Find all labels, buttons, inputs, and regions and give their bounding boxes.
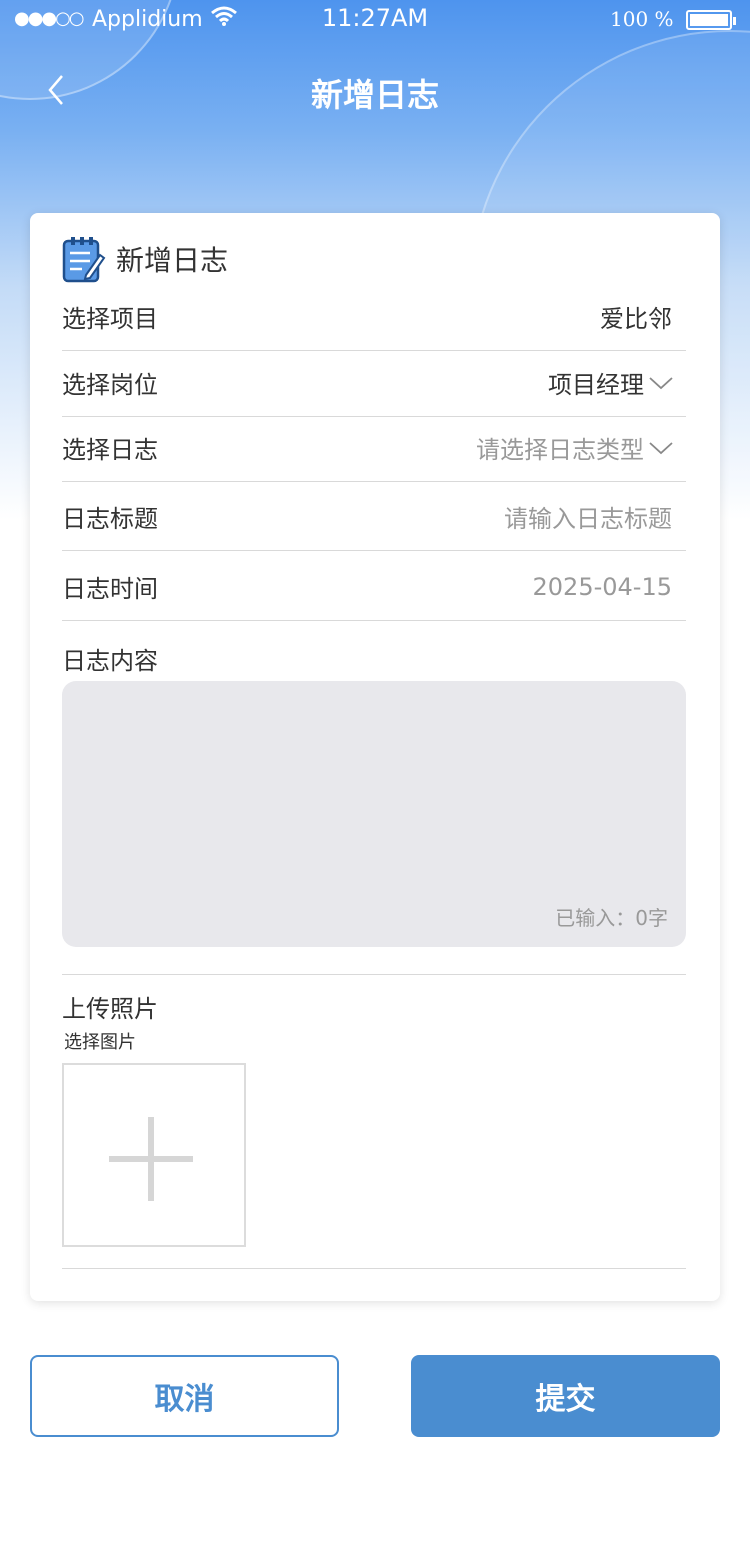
divider xyxy=(62,974,686,975)
battery-percent: 100 % xyxy=(610,7,674,31)
position-value: 项目经理 xyxy=(548,371,644,399)
card-header: 新增日志 xyxy=(62,235,228,283)
select-log-type-row[interactable]: 选择日志 请选择日志类型 xyxy=(62,414,686,482)
select-project-row[interactable]: 选择项目 爱比邻 xyxy=(62,283,686,351)
project-value: 爱比邻 xyxy=(600,305,672,333)
content-label: 日志内容 xyxy=(62,647,158,675)
field-label: 日志标题 xyxy=(62,505,158,533)
log-form-card: 新增日志 选择项目 爱比邻 选择岗位 项目经理 选择日志 请选择日志类型 日志标… xyxy=(30,213,720,1301)
char-counter: 已输入：0字 xyxy=(555,906,668,930)
battery-icon xyxy=(686,10,736,30)
card-title: 新增日志 xyxy=(116,244,229,277)
position-select[interactable]: 项目经理 xyxy=(548,365,686,400)
field-label: 选择日志 xyxy=(62,436,158,464)
status-bar: ●●●○○ Applidium 11:27AM 100 % xyxy=(0,0,750,40)
upload-label: 上传照片 xyxy=(62,995,158,1023)
add-photo-button[interactable] xyxy=(62,1063,246,1247)
divider xyxy=(62,1268,686,1269)
chevron-down-icon xyxy=(649,441,673,454)
submit-button[interactable]: 提交 xyxy=(411,1355,720,1437)
log-type-select[interactable]: 请选择日志类型 xyxy=(476,430,686,465)
field-label: 选择项目 xyxy=(62,305,158,333)
field-label: 选择岗位 xyxy=(62,371,158,399)
field-label: 日志时间 xyxy=(62,575,158,603)
page-title: 新增日志 xyxy=(310,76,439,114)
log-time-row[interactable]: 日志时间 2025-04-15 xyxy=(62,553,686,621)
log-content-textarea[interactable]: 已输入：0字 xyxy=(62,681,686,947)
log-title-row: 日志标题 请输入日志标题 xyxy=(62,483,686,551)
log-date-value[interactable]: 2025-04-15 xyxy=(533,573,672,601)
chevron-down-icon xyxy=(649,376,673,389)
cancel-button[interactable]: 取消 xyxy=(30,1355,339,1437)
log-type-placeholder: 请选择日志类型 xyxy=(476,436,644,464)
upload-hint: 选择图片 xyxy=(64,1032,136,1053)
select-position-row[interactable]: 选择岗位 项目经理 xyxy=(62,349,686,417)
log-title-input[interactable]: 请输入日志标题 xyxy=(504,499,672,534)
notepad-edit-icon xyxy=(62,235,106,283)
